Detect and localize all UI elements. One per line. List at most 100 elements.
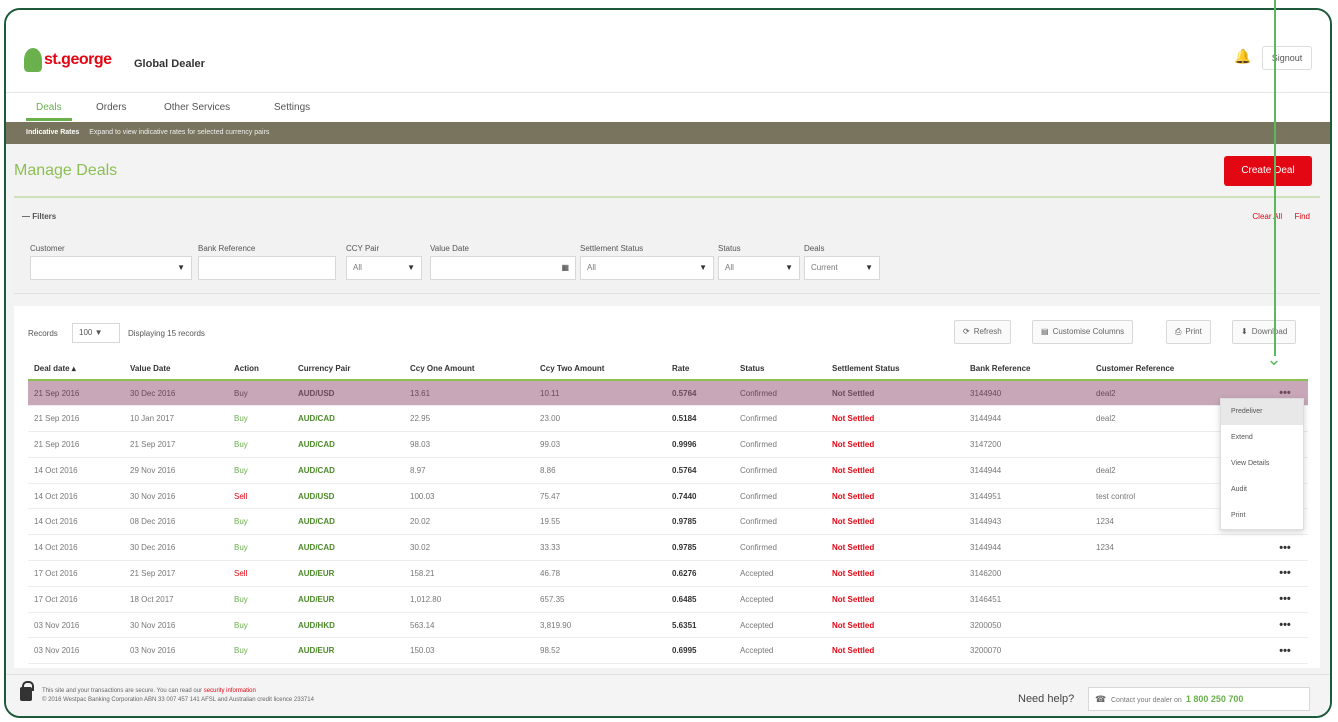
col-action[interactable]: Action	[228, 358, 292, 381]
records-count: Displaying 15 records	[128, 329, 205, 338]
notification-bell-icon[interactable]: 🔔	[1234, 48, 1251, 65]
cell-bank-reference: 3144944	[964, 534, 1090, 562]
tab-deals[interactable]: Deals	[26, 99, 72, 121]
lock-icon	[20, 681, 34, 701]
cell-value-date: 03 Nov 2016	[124, 637, 228, 665]
download-icon: ⬇	[1241, 327, 1248, 336]
more-actions-icon[interactable]: •••	[1256, 534, 1308, 562]
col-status[interactable]: Status	[734, 358, 826, 381]
download-button[interactable]: ⬇ Download	[1232, 320, 1297, 344]
cell-customer-reference	[1090, 560, 1256, 587]
clear-filters-link[interactable]: Clear All	[1252, 212, 1282, 221]
col-customer-reference[interactable]: Customer Reference	[1090, 358, 1256, 381]
more-actions-icon[interactable]: •••	[1256, 612, 1308, 639]
filters-toggle[interactable]: — Filters	[22, 212, 56, 221]
cell-action: Buy	[228, 534, 292, 562]
cell-settlement-status: Not Settled	[826, 534, 964, 562]
contact-dealer[interactable]: ☎ Contact your dealer on 1 800 250 700	[1088, 687, 1310, 711]
cell-ccy-two-amount: 3,819.90	[534, 612, 666, 639]
ccy-pair-label: CCY Pair	[346, 244, 380, 253]
cell-deal-date: 14 Oct 2016	[28, 534, 124, 562]
tab-settings[interactable]: Settings	[264, 99, 320, 121]
more-actions-icon[interactable]: •••	[1256, 586, 1308, 613]
customer-select[interactable]: ▼	[30, 256, 192, 280]
tab-other-services[interactable]: Other Services	[154, 99, 240, 121]
menu-item-print[interactable]: Print	[1221, 503, 1303, 529]
cell-ccy-one-amount: 22.95	[404, 405, 534, 433]
main-nav: Deals Orders Other Services Settings	[6, 92, 1330, 122]
settlement-status-select[interactable]: All ▼	[580, 256, 714, 280]
menu-item-extend[interactable]: Extend	[1221, 425, 1303, 451]
need-help-label: Need help?	[1018, 693, 1075, 705]
col-ccy-two-amount[interactable]: Ccy Two Amount	[534, 358, 666, 381]
cell-ccy-two-amount: 10.11	[534, 380, 666, 407]
cell-settlement-status: Not Settled	[826, 612, 964, 639]
cell-value-date: 21 Sep 2017	[124, 431, 228, 458]
cell-status: Accepted	[734, 637, 826, 665]
table-row[interactable]: 21 Sep 2016 21 Sep 2017 Buy AUD/CAD 98.03 99.…	[28, 431, 1308, 458]
table-row[interactable]: 03 Nov 2016 03 Nov 2016 Buy AUD/EUR 150.03 98…	[28, 637, 1308, 665]
more-actions-icon[interactable]: •••	[1256, 637, 1308, 665]
cell-rate: 0.9785	[666, 534, 734, 562]
col-deal-date[interactable]: Deal date ▴	[28, 358, 124, 381]
cell-status: Confirmed	[734, 380, 826, 407]
cell-customer-reference: 1234	[1090, 534, 1256, 562]
cell-ccy-two-amount: 33.33	[534, 534, 666, 562]
tab-orders[interactable]: Orders	[86, 99, 137, 121]
menu-item-audit[interactable]: Audit	[1221, 477, 1303, 503]
more-actions-icon[interactable]: •••	[1256, 560, 1308, 587]
table-row[interactable]: 21 Sep 2016 10 Jan 2017 Buy AUD/CAD 22.95 23.…	[28, 405, 1308, 433]
cell-action: Buy	[228, 405, 292, 433]
contact-number[interactable]: 1 800 250 700	[1186, 694, 1244, 704]
table-row[interactable]: 17 Oct 2016 21 Sep 2017 Sell AUD/EUR 158.21 4…	[28, 560, 1308, 587]
cell-ccy-one-amount: 30.02	[404, 534, 534, 562]
col-currency-pair[interactable]: Currency Pair	[292, 358, 404, 381]
refresh-button[interactable]: ⟳ Refresh	[954, 320, 1011, 344]
calendar-icon[interactable]: ▦	[561, 257, 569, 279]
security-information-link[interactable]: security information	[204, 688, 256, 694]
col-value-date[interactable]: Value Date	[124, 358, 228, 381]
col-settlement-status[interactable]: Settlement Status	[826, 358, 964, 381]
table-row[interactable]: 14 Oct 2016 30 Dec 2016 Buy AUD/CAD 30.02 33.…	[28, 534, 1308, 562]
status-select[interactable]: All ▼	[718, 256, 800, 280]
customise-columns-button[interactable]: ▤ Customise Columns	[1032, 320, 1134, 344]
dragon-logo-icon	[24, 48, 42, 72]
table-row[interactable]: 03 Nov 2016 30 Nov 2016 Buy AUD/HKD 563.14 3,…	[28, 612, 1308, 639]
deals-label: Deals	[804, 244, 825, 253]
col-ccy-one-amount[interactable]: Ccy One Amount	[404, 358, 534, 381]
deals-select[interactable]: Current ▼	[804, 256, 880, 280]
cell-status: Confirmed	[734, 508, 826, 536]
table-row[interactable]: 17 Oct 2016 18 Oct 2017 Buy AUD/EUR 1,012.80…	[28, 586, 1308, 613]
bank-reference-input[interactable]	[198, 256, 336, 280]
menu-item-view-details[interactable]: View Details	[1221, 451, 1303, 477]
value-date-input[interactable]: ▦	[430, 256, 576, 280]
cell-bank-reference: 3146200	[964, 560, 1090, 587]
cell-currency-pair: AUD/CAD	[292, 431, 404, 458]
signout-button[interactable]: Signout	[1262, 46, 1312, 70]
cell-ccy-one-amount: 13.61	[404, 380, 534, 407]
table-row[interactable]: 21 Sep 2016 30 Dec 2016 Buy AUD/USD 13.61 10.…	[28, 380, 1308, 407]
indicative-rates-bar[interactable]: Indicative Rates Expand to view indicati…	[6, 122, 1330, 144]
records-per-page-select[interactable]: 100 ▼	[72, 323, 120, 343]
filters-actions: Clear All Find	[1242, 212, 1310, 221]
col-bank-reference[interactable]: Bank Reference	[964, 358, 1090, 381]
ccy-pair-select[interactable]: All ▼	[346, 256, 422, 280]
cell-bank-reference: 3146451	[964, 586, 1090, 613]
menu-item-predeliver[interactable]: Predeliver	[1221, 399, 1303, 425]
cell-ccy-one-amount: 98.03	[404, 431, 534, 458]
notice-text: Expand to view indicative rates for sele…	[89, 129, 270, 136]
brand-logo[interactable]: st.george	[24, 48, 112, 72]
cell-ccy-two-amount: 98.52	[534, 637, 666, 665]
print-button[interactable]: ⎙ Print	[1166, 320, 1211, 344]
create-deal-button[interactable]: Create Deal	[1224, 156, 1312, 186]
cell-status: Accepted	[734, 586, 826, 613]
footer: This site and your transactions are secu…	[6, 674, 1330, 716]
cell-rate: 0.5764	[666, 380, 734, 407]
find-link[interactable]: Find	[1294, 212, 1310, 221]
col-rate[interactable]: Rate	[666, 358, 734, 381]
deals-table: Deal date ▴ Value Date Action Currency P…	[28, 358, 1308, 665]
table-row[interactable]: 14 Oct 2016 29 Nov 2016 Buy AUD/CAD 8.97 8.86…	[28, 457, 1308, 484]
table-row[interactable]: 14 Oct 2016 30 Nov 2016 Sell AUD/USD 100.03 7…	[28, 483, 1308, 510]
table-row[interactable]: 14 Oct 2016 08 Dec 2016 Buy AUD/CAD 20.02 19.…	[28, 508, 1308, 536]
cell-bank-reference: 3147200	[964, 431, 1090, 458]
